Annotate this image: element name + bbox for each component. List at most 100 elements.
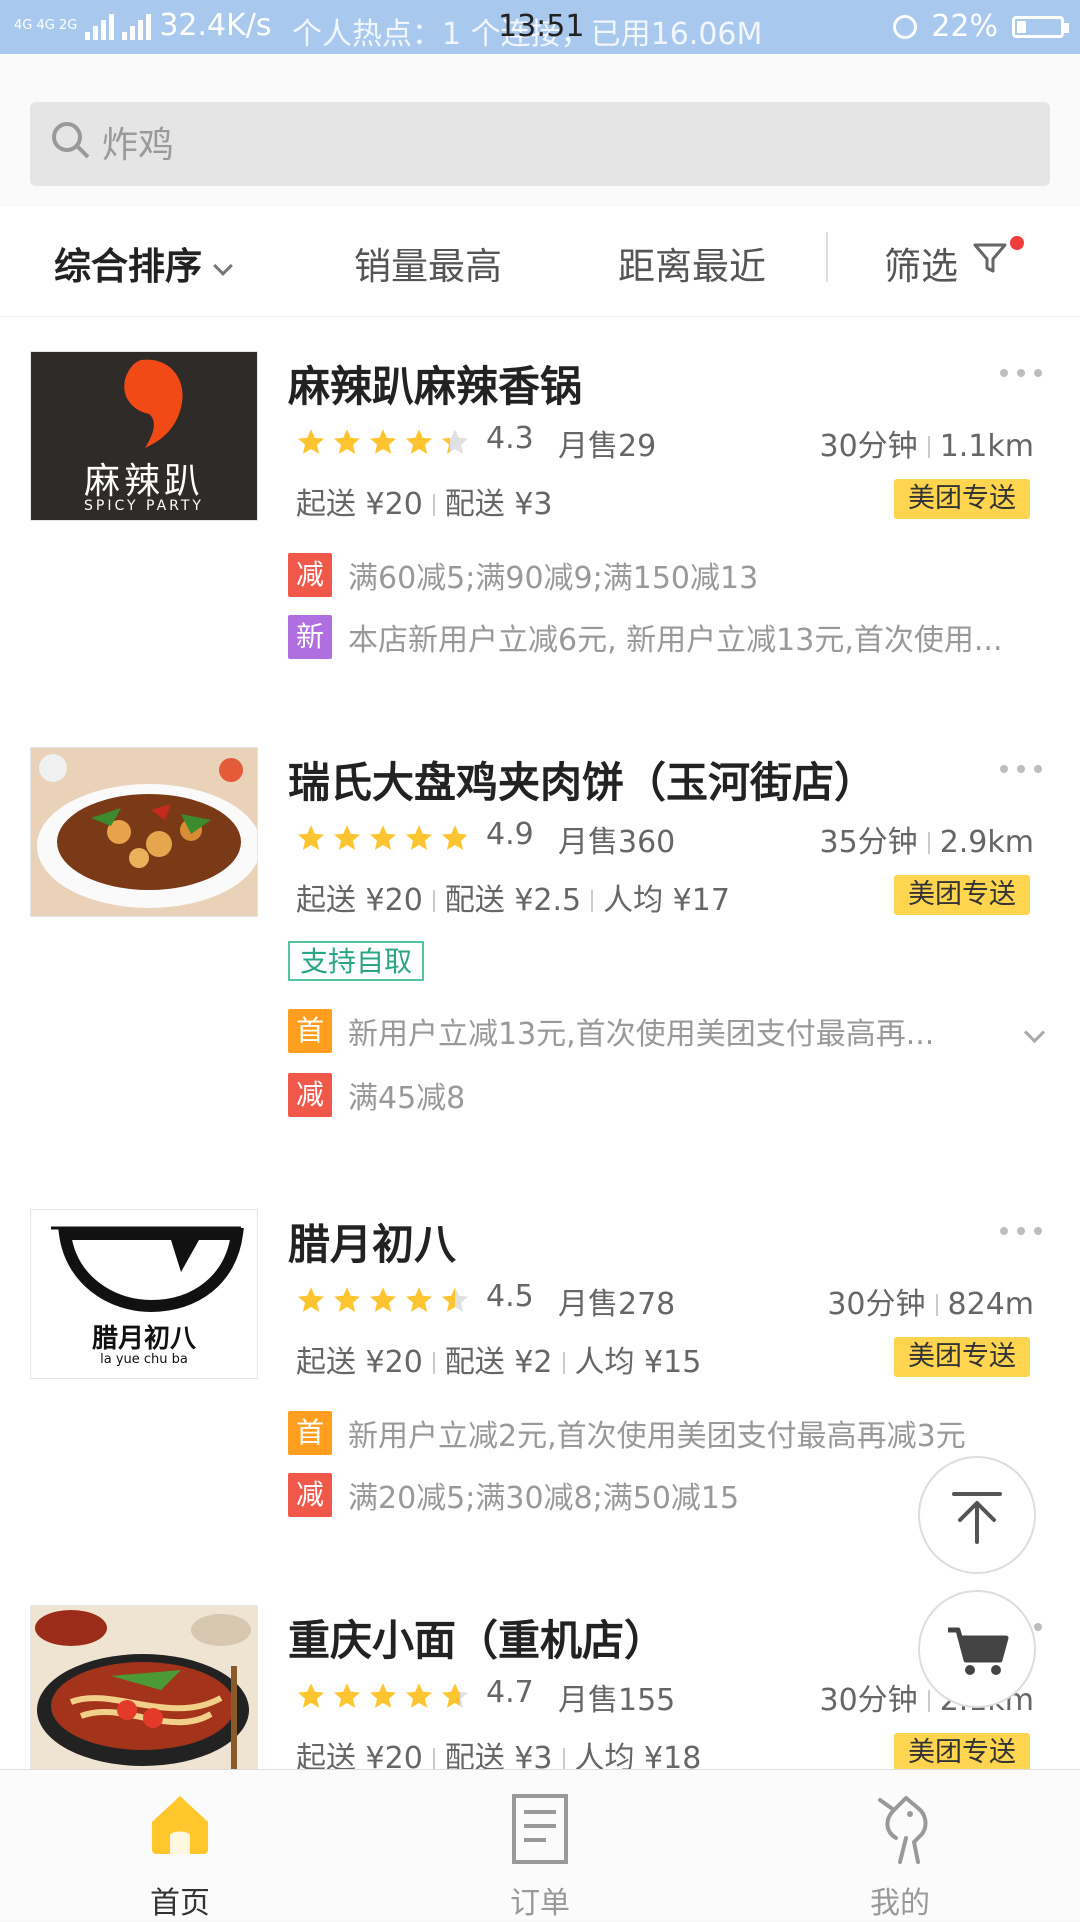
- filter-button[interactable]: 筛选: [884, 236, 958, 290]
- meituan-delivery-badge: 美团专送: [894, 875, 1030, 915]
- network-type: 4G 4G 2G: [14, 17, 78, 33]
- shop-logo: 腊月初八 la yue chu ba: [30, 1209, 258, 1379]
- sort-comprehensive-tab[interactable]: 综合排序: [54, 236, 233, 290]
- signal-bars-icon: [85, 12, 115, 40]
- arrow-up-icon: [952, 1492, 1002, 1544]
- search-header: [0, 54, 1080, 206]
- shop-card[interactable]: 重庆小面（重机店） 4.7 月售155 30分钟2.1km 起送 ¥20配送 ¥…: [0, 1571, 1080, 1769]
- distance: 824m: [947, 1287, 1034, 1322]
- first-order-icon: 首: [288, 1009, 332, 1053]
- shop-name: 腊月初八: [288, 1220, 457, 1269]
- search-bar[interactable]: [30, 102, 1050, 186]
- noodle-photo-icon: [31, 1606, 257, 1769]
- promo-text: 本店新用户立减6元, 新用户立减13元,首次使用...: [348, 623, 1003, 658]
- more-options-icon[interactable]: [1000, 1227, 1042, 1237]
- bottom-navigation: 首页 订单 我的: [0, 1769, 1080, 1921]
- shop-list: 麻辣趴 SPICY PARTY 麻辣趴麻辣香锅 4.3 月售29 30分钟 1.1…: [0, 317, 1080, 1769]
- tab-mine[interactable]: 我的: [800, 1770, 1000, 1921]
- star-icon: [296, 1681, 326, 1711]
- delivery-fee: 配送 ¥3: [444, 487, 553, 522]
- sort-sales-tab[interactable]: 销量最高: [354, 236, 502, 290]
- filter-label: 筛选: [884, 245, 958, 288]
- discount-icon: 减: [288, 1073, 332, 1117]
- delivery-time-distance: 30分钟 1.1km: [820, 421, 1035, 465]
- promo-row[interactable]: 首 新用户立减13元,首次使用美团支付最高再...: [288, 1009, 934, 1053]
- star-icon: [440, 1285, 470, 1315]
- fee-info: 起送 ¥20 配送 ¥3: [296, 479, 553, 523]
- per-person-price: 人均 ¥15: [574, 1345, 702, 1380]
- tab-home[interactable]: 首页: [80, 1770, 280, 1921]
- rating-stars: [296, 427, 470, 457]
- delivery-time: 35分钟: [819, 825, 918, 860]
- chevron-down-icon: [213, 256, 233, 276]
- home-icon: [152, 1796, 208, 1854]
- search-icon: [52, 122, 82, 152]
- shop-photo: [30, 1605, 258, 1769]
- first-order-icon: 首: [288, 1411, 332, 1455]
- logo-title: 麻辣趴: [83, 461, 204, 502]
- star-icon: [332, 1681, 362, 1711]
- rating-stars: [296, 1285, 470, 1315]
- star-icon: [440, 1681, 470, 1711]
- monthly-sales: 月售278: [558, 1287, 676, 1322]
- sort-bar: 综合排序 销量最高 距离最近 筛选: [0, 206, 1080, 317]
- more-options-icon[interactable]: [1000, 765, 1042, 775]
- status-bar: 4G 4G 2G 32.4K/s 个人热点：1 个连接，已用16.06M 13:…: [0, 0, 1080, 54]
- promo-text: 满45减8: [348, 1081, 466, 1116]
- shop-card[interactable]: 瑞氏大盘鸡夹肉饼（玉河街店） 4.9 月售360 35分钟 2.9km 起送 ¥2…: [0, 713, 1080, 1175]
- star-icon: [404, 427, 434, 457]
- tab-orders[interactable]: 订单: [440, 1770, 640, 1921]
- battery-icon: [1012, 15, 1069, 38]
- divider: [826, 232, 828, 282]
- rating-value: 4.5: [486, 1279, 534, 1314]
- shop-name: 瑞氏大盘鸡夹肉饼（玉河街店）: [288, 758, 877, 807]
- star-icon: [332, 427, 362, 457]
- shop-name: 重庆小面（重机店）: [288, 1616, 667, 1665]
- star-icon: [404, 823, 434, 853]
- star-icon: [368, 1285, 398, 1315]
- rating-value: 4.3: [486, 421, 534, 456]
- search-input[interactable]: [100, 112, 1004, 178]
- discount-icon: 减: [288, 553, 332, 597]
- shop-card[interactable]: 麻辣趴 SPICY PARTY 麻辣趴麻辣香锅 4.3 月售29 30分钟 1.1…: [0, 317, 1080, 713]
- promo-text: 满60减5;满90减9;满150减13: [348, 561, 759, 596]
- monthly-sales: 月售360: [558, 825, 676, 860]
- star-icon: [296, 1285, 326, 1315]
- shop-name: 麻辣趴麻辣香锅: [288, 362, 583, 411]
- star-icon: [368, 823, 398, 853]
- cart-button[interactable]: [918, 1590, 1036, 1708]
- star-icon: [368, 1681, 398, 1711]
- rating-value: 4.7: [486, 1675, 534, 1710]
- alarm-icon: [893, 14, 918, 39]
- cart-icon: [948, 1627, 1009, 1675]
- tab-home-label: 首页: [150, 1886, 210, 1921]
- battery-percent: 22%: [931, 9, 998, 44]
- tab-orders-label: 订单: [510, 1886, 570, 1921]
- more-options-icon[interactable]: [1000, 369, 1042, 379]
- promo-row: 减 满45减8: [288, 1073, 465, 1117]
- chevron-down-icon[interactable]: [1023, 1021, 1046, 1044]
- promo-row: 新 本店新用户立减6元, 新用户立减13元,首次使用...: [288, 615, 1002, 659]
- new-user-icon: 新: [288, 615, 332, 659]
- self-pickup-tag: 支持自取: [288, 941, 425, 981]
- fee-info: 起送 ¥20 配送 ¥2 人均 ¥15: [296, 1337, 701, 1381]
- signal-bars-2-icon: [122, 12, 152, 40]
- logo-subtitle: SPICY PARTY: [84, 498, 204, 514]
- shop-logo: 麻辣趴 SPICY PARTY: [30, 351, 258, 521]
- delivery-fee: 配送 ¥2.5: [444, 883, 582, 918]
- discount-icon: 减: [288, 1473, 332, 1517]
- shop-photo: [30, 747, 258, 917]
- star-icon: [296, 427, 326, 457]
- battery-fill: [1017, 20, 1026, 33]
- sort-comprehensive-label: 综合排序: [54, 245, 202, 288]
- distance: 2.9km: [939, 825, 1034, 860]
- min-order: 起送 ¥20: [296, 883, 423, 918]
- kangaroo-icon: [878, 1796, 928, 1864]
- monthly-sales: 月售29: [558, 429, 657, 464]
- filter-icon[interactable]: [972, 240, 1008, 276]
- star-icon: [332, 823, 362, 853]
- per-person-price: 人均 ¥17: [603, 883, 730, 918]
- sort-distance-tab[interactable]: 距离最近: [618, 236, 766, 290]
- per-person-price: 人均 ¥18: [574, 1741, 702, 1769]
- scroll-to-top-button[interactable]: [918, 1456, 1036, 1574]
